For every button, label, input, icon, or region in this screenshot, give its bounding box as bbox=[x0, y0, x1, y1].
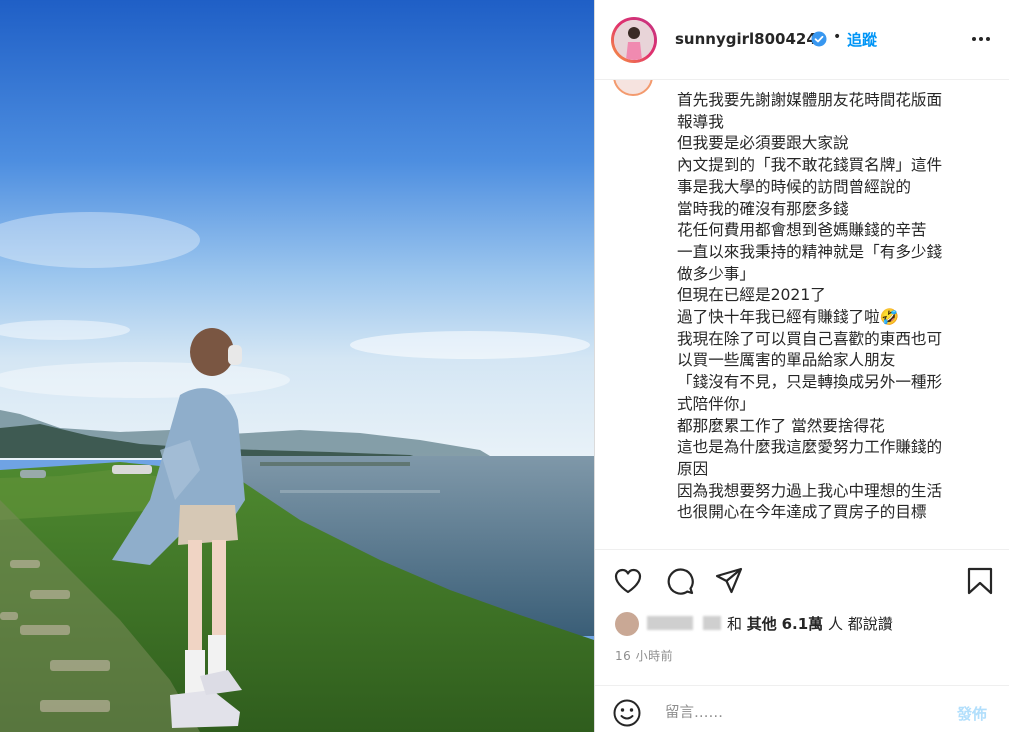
caption-line: 花任何費用都會想到爸媽賺錢的辛苦 bbox=[677, 221, 927, 240]
photo-scene bbox=[0, 0, 594, 732]
comment-bar: 發佈 bbox=[595, 685, 1009, 733]
post-timestamp[interactable]: 16 小時前 bbox=[615, 647, 673, 664]
post-header: sunnygirl800424 • 追蹤 bbox=[595, 0, 1009, 80]
more-options-icon[interactable] bbox=[969, 32, 993, 46]
caption-line: 因為我想要努力過上我心中理想的生活 bbox=[677, 481, 943, 500]
author-avatar[interactable] bbox=[614, 20, 654, 60]
post-photo[interactable] bbox=[0, 0, 594, 732]
verified-badge-icon bbox=[811, 31, 827, 47]
caption-line: 事是我大學的時候的訪問曾經說的 bbox=[677, 177, 911, 196]
caption-line: 過了快十年我已經有賺錢了啦🤣 bbox=[677, 308, 900, 327]
post-side-panel: sunnygirl800424 • 追蹤 首先我要先謝謝媒體朋友花時間花版面 報… bbox=[594, 0, 1009, 732]
caption-line: 以買一些厲害的單品給家人朋友 bbox=[677, 351, 896, 370]
blurred-liker-name bbox=[647, 616, 693, 630]
follow-button[interactable]: 追蹤 bbox=[847, 29, 877, 50]
caption-text: 首先我要先謝謝媒體朋友花時間花版面 報導我 但我要是必須要跟大家說 內文提到的「… bbox=[677, 90, 977, 524]
liker-avatar[interactable] bbox=[615, 612, 639, 636]
likes-connector: 和 bbox=[727, 615, 743, 633]
caption-line: 報導我 bbox=[677, 112, 724, 131]
caption-line: 但現在已經是2021了 bbox=[677, 286, 826, 305]
post-caption: 首先我要先謝謝媒體朋友花時間花版面 報導我 但我要是必須要跟大家說 內文提到的「… bbox=[595, 80, 1009, 548]
caption-line: 當時我的確沒有那麼多錢 bbox=[677, 199, 849, 218]
caption-line: 一直以來我秉持的精神就是「有多少錢 bbox=[677, 242, 943, 261]
header-separator: • bbox=[833, 29, 842, 45]
caption-line: 我現在除了可以買自己喜歡的東西也可 bbox=[677, 329, 943, 348]
likes-count[interactable]: 6.1萬 bbox=[782, 615, 824, 633]
post-comment-button[interactable]: 發佈 bbox=[957, 703, 987, 724]
caption-line: 「錢沒有不見，只是轉換成另外一種形 bbox=[677, 373, 943, 392]
likes-others-label[interactable]: 其他 bbox=[747, 615, 777, 633]
caption-line: 式陪伴你」 bbox=[677, 394, 755, 413]
smiley-icon[interactable] bbox=[612, 698, 642, 728]
caption-line: 原因 bbox=[677, 459, 709, 478]
instagram-post-view: sunnygirl800424 • 追蹤 首先我要先謝謝媒體朋友花時間花版面 報… bbox=[0, 0, 1009, 732]
comment-input[interactable] bbox=[663, 700, 937, 726]
caption-line: 也很開心在今年達成了買房子的目標 bbox=[677, 503, 927, 522]
caption-line: 但我要是必須要跟大家說 bbox=[677, 134, 849, 153]
caption-line: 首先我要先謝謝媒體朋友花時間花版面 bbox=[677, 91, 943, 109]
caption-line: 內文提到的「我不敢花錢買名牌」這件 bbox=[677, 156, 943, 175]
likes-summary: 和 其他 6.1萬 人 都說讚 bbox=[595, 608, 1009, 638]
paper-plane-icon[interactable] bbox=[714, 566, 744, 596]
author-username[interactable]: sunnygirl800424 bbox=[675, 30, 817, 48]
caption-line: 做多少事」 bbox=[677, 264, 755, 283]
caption-line: 都那麼累工作了 當然要捨得花 bbox=[677, 416, 885, 435]
author-avatar-ring[interactable] bbox=[611, 17, 657, 63]
comment-bubble-icon[interactable] bbox=[665, 566, 695, 596]
caption-author-avatar[interactable] bbox=[613, 80, 653, 96]
bookmark-icon[interactable] bbox=[965, 566, 995, 596]
blurred-liker-name bbox=[703, 616, 721, 630]
caption-line: 這也是為什麼我這麼愛努力工作賺錢的 bbox=[677, 438, 943, 457]
likes-suffix: 人 都說讚 bbox=[827, 615, 893, 633]
heart-icon[interactable] bbox=[613, 566, 643, 596]
likes-text: 和 其他 6.1萬 人 都說讚 bbox=[727, 613, 893, 634]
